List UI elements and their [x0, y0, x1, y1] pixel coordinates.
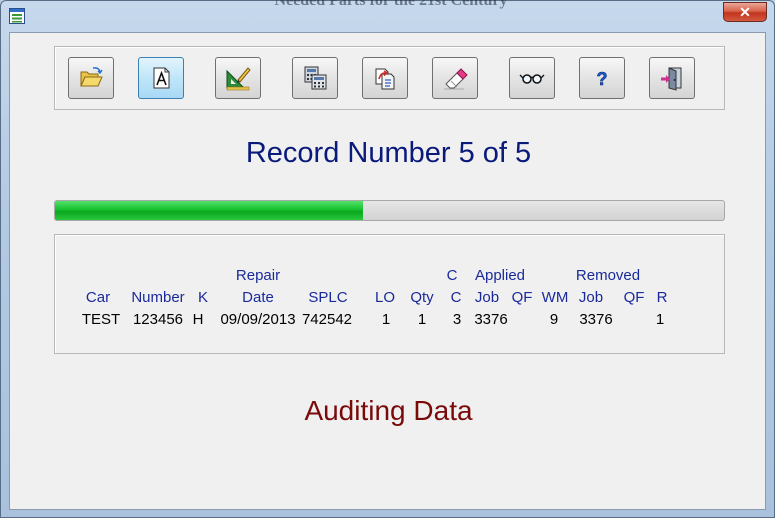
app-menu-icon[interactable]	[9, 8, 25, 24]
col-number: Number	[131, 289, 185, 306]
toolbar: ?	[54, 46, 725, 110]
progress-fill	[55, 201, 363, 220]
title-bar[interactable]: Needed Parts for the 21st Century ✕	[1, 0, 774, 31]
view-button[interactable]	[509, 57, 555, 99]
col-date: Date	[242, 289, 274, 306]
col-removed-job: Job	[578, 289, 604, 306]
svg-text:?: ?	[597, 69, 608, 89]
exit-button[interactable]	[649, 57, 695, 99]
help-button[interactable]: ?	[579, 57, 625, 99]
col-k: K	[197, 289, 209, 306]
copy-transfer-button[interactable]	[362, 57, 408, 99]
col-lo: LO	[374, 289, 396, 306]
text-button[interactable]	[138, 57, 184, 99]
cell-removed-job: 3376	[579, 311, 613, 328]
cell-car: TEST	[81, 311, 121, 328]
cell-k: H	[192, 311, 204, 328]
window-title: Needed Parts for the 21st Century	[274, 0, 508, 9]
question-icon: ?	[596, 69, 608, 90]
col-wm: WM	[541, 289, 569, 306]
col-c: C	[450, 289, 462, 306]
calculator-icon	[304, 66, 327, 90]
header-repair: Repair	[235, 267, 281, 284]
record-table: Repair C Applied Removed Car Number K Da…	[54, 234, 725, 354]
triangle-ruler-pencil-icon	[226, 67, 251, 91]
col-splc: SPLC	[308, 289, 348, 306]
col-removed-qf: QF	[623, 289, 645, 306]
calculator-button[interactable]	[292, 57, 338, 99]
document-a-icon	[153, 67, 170, 89]
cell-r: 1	[655, 311, 665, 328]
cell-number: 123456	[132, 311, 184, 328]
cell-splc: 742542	[301, 311, 353, 328]
header-removed: Removed	[575, 267, 641, 284]
cell-date: 09/09/2013	[220, 311, 296, 328]
col-applied-qf: QF	[511, 289, 533, 306]
col-qty: Qty	[410, 289, 434, 306]
cell-qty: 1	[417, 311, 427, 328]
design-button[interactable]	[215, 57, 261, 99]
header-c-top: C	[446, 267, 458, 284]
cell-c: 3	[452, 311, 462, 328]
close-icon: ✕	[739, 4, 751, 20]
progress-bar	[54, 200, 725, 221]
folder-open-icon	[80, 67, 103, 87]
glasses-icon	[519, 74, 545, 84]
col-r: R	[656, 289, 668, 306]
cell-lo: 1	[381, 311, 391, 328]
close-button[interactable]: ✕	[723, 2, 767, 22]
exit-door-icon	[661, 67, 682, 91]
client-area: ? Record Number 5 of 5 Repair C Applied …	[9, 32, 766, 510]
open-folder-button[interactable]	[68, 57, 114, 99]
document-transfer-icon	[375, 68, 395, 90]
header-applied: Applied	[474, 267, 526, 284]
col-car: Car	[85, 289, 111, 306]
record-number-label: Record Number 5 of 5	[245, 137, 532, 169]
col-applied-job: Job	[474, 289, 500, 306]
cell-wm: 9	[549, 311, 559, 328]
main-window: Needed Parts for the 21st Century ✕ ? Re…	[0, 0, 775, 518]
status-label: Auditing Data	[304, 395, 473, 426]
cell-applied-job: 3376	[474, 311, 508, 328]
eraser-button[interactable]	[432, 57, 478, 99]
eraser-icon	[444, 68, 468, 90]
